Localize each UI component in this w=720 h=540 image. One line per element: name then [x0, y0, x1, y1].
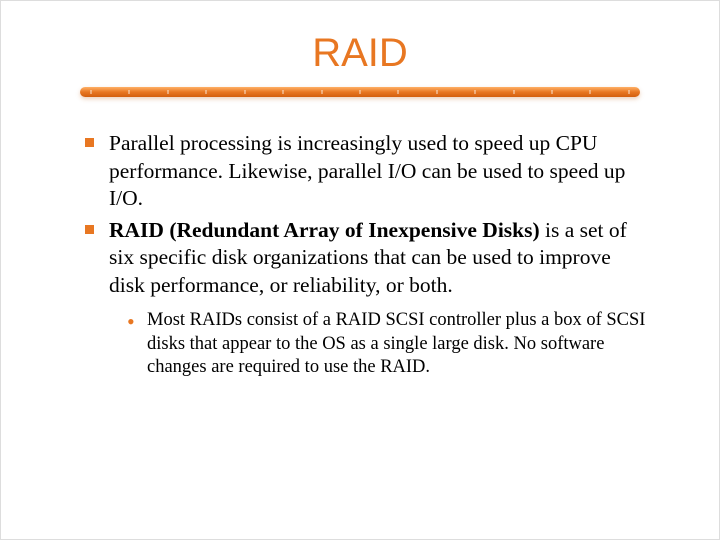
sub-bullet-text: Most RAIDs consist of a RAID SCSI contro… — [147, 310, 645, 377]
bullet-strong-text: RAID (Redundant Array of Inexpensive Dis… — [109, 218, 540, 242]
sub-bullet-list: Most RAIDs consist of a RAID SCSI contro… — [125, 309, 649, 380]
slide-title: RAID — [61, 31, 659, 76]
slide: RAID Parallel processing is increasingly… — [0, 0, 720, 540]
title-ornament — [80, 84, 640, 102]
bullet-text: Parallel processing is increasingly used… — [109, 131, 625, 210]
bullet-item: Parallel processing is increasingly used… — [81, 130, 649, 213]
main-bullet-list: Parallel processing is increasingly used… — [81, 130, 649, 380]
bullet-item: RAID (Redundant Array of Inexpensive Dis… — [81, 217, 649, 381]
slide-content: Parallel processing is increasingly used… — [61, 130, 659, 380]
sub-bullet-item: Most RAIDs consist of a RAID SCSI contro… — [125, 309, 649, 380]
ornament-bar — [80, 87, 640, 97]
